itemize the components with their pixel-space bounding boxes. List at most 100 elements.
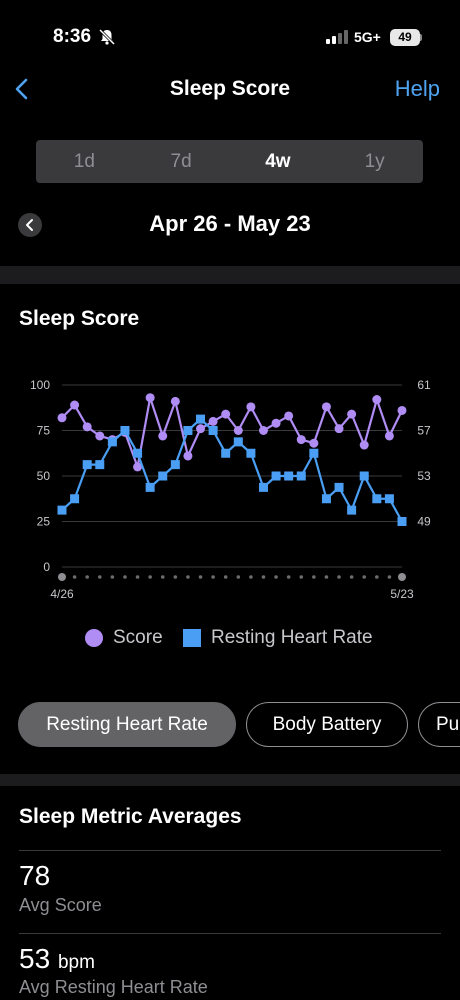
x-axis-day-dot [198, 575, 203, 579]
score-point [359, 440, 369, 450]
avg-heart-rate-label: Avg Resting Heart Rate [19, 977, 208, 997]
x-axis-day-dot [387, 575, 392, 579]
y-left-tick-label: 25 [37, 515, 51, 529]
legend-resting-heart-rate: Resting Heart Rate [183, 623, 373, 653]
score-point [170, 396, 180, 406]
x-axis-day-dot [135, 575, 140, 579]
score-point [208, 416, 218, 426]
score-point [246, 402, 256, 412]
heart-rate-point [208, 426, 218, 435]
avg-score-value: 78 [19, 860, 51, 891]
pill-body-battery[interactable]: Body Battery [246, 702, 408, 747]
x-axis-day-dot [324, 575, 329, 579]
x-axis-day-dot [173, 575, 178, 579]
y-right-tick-label: 53 [417, 469, 431, 483]
heart-rate-point [384, 494, 394, 504]
period-option-1y[interactable]: 1y [326, 140, 423, 183]
x-tick-label: 5/23 [390, 587, 414, 601]
battery-tip [420, 34, 422, 41]
heart-rate-point [296, 471, 306, 481]
x-axis-day-dot [274, 575, 278, 579]
score-point [271, 418, 281, 428]
x-axis-day-dot [236, 575, 241, 579]
score-point [309, 438, 319, 448]
x-axis-day-dot [261, 575, 266, 579]
heart-rate-point [158, 471, 168, 481]
x-axis-day-dot [223, 575, 228, 579]
averages-title: Sleep Metric Averages [19, 805, 242, 828]
nav-bar: Sleep Score Help [0, 66, 460, 112]
score-point [347, 409, 357, 419]
help-button[interactable]: Help [395, 76, 440, 102]
x-axis-day-dot [72, 575, 77, 579]
x-tick-label: 4/26 [50, 587, 74, 601]
date-navigator: Apr 26 - May 23 [0, 205, 460, 245]
y-left-tick-label: 0 [43, 560, 50, 574]
period-option-1d[interactable]: 1d [36, 140, 133, 183]
legend-score: Score [85, 623, 163, 653]
heart-rate-point [95, 460, 105, 470]
score-point [397, 405, 407, 415]
y-right-tick-label: 61 [417, 378, 431, 392]
score-point [334, 424, 344, 434]
score-point [233, 426, 243, 435]
legend-score-marker [85, 629, 103, 647]
metric-pill-row: Resting Heart Rate Body Battery Pu [0, 702, 460, 748]
x-axis-day-dot [312, 575, 316, 579]
y-right-tick-label: 49 [417, 515, 431, 529]
status-bar: 8:36 5G+ 49 [0, 0, 460, 70]
heart-rate-point [271, 471, 281, 481]
x-axis-day-dot [97, 575, 102, 579]
score-point [158, 431, 168, 441]
avg-heart-rate-value: 53 bpm [19, 943, 95, 974]
pill-pulse-ox[interactable]: Pu [418, 702, 460, 747]
bell-slash-icon [98, 28, 116, 46]
pill-resting-heart-rate[interactable]: Resting Heart Rate [18, 702, 236, 747]
heart-rate-point [82, 460, 92, 470]
heart-rate-point [170, 460, 180, 470]
chart-legend: Score Resting Heart Rate [0, 623, 460, 653]
section-divider [0, 266, 460, 284]
y-left-tick-label: 50 [37, 469, 51, 483]
signal-icon [326, 30, 350, 44]
x-axis-day-dot [85, 575, 89, 579]
score-point [82, 422, 92, 432]
heart-rate-point [284, 471, 294, 481]
score-point [372, 395, 382, 405]
score-series-line [61, 396, 403, 469]
section-divider-2 [0, 774, 460, 786]
score-point [258, 426, 268, 435]
score-point [384, 431, 394, 441]
x-axis-day-dot [148, 575, 152, 579]
heart-rate-point [196, 414, 206, 424]
x-axis-day-dot [249, 575, 253, 579]
heart-rate-point [133, 448, 143, 458]
x-axis-end-marker [58, 573, 66, 581]
score-point [196, 424, 206, 434]
score-point [145, 393, 155, 403]
x-axis-day-dot [299, 575, 304, 579]
avg-heart-rate-row: 53 bpm Avg Resting Heart Rate [19, 933, 441, 1000]
status-time: 8:36 [53, 26, 92, 47]
x-axis-day-dot [211, 575, 215, 579]
y-left-tick-label: 75 [37, 424, 51, 438]
heart-rate-point [347, 505, 357, 515]
x-axis-day-dot [286, 575, 291, 579]
x-axis-day-dot [186, 575, 190, 579]
battery-icon: 49 [390, 29, 420, 46]
score-point [221, 409, 231, 419]
period-option-4w[interactable]: 4w [230, 140, 327, 183]
sleep-score-section-title: Sleep Score [19, 307, 140, 330]
heart-rate-point [107, 437, 117, 447]
avg-score-row: 78 Avg Score [19, 850, 441, 934]
period-option-7d[interactable]: 7d [133, 140, 230, 183]
heart-rate-point [221, 448, 231, 458]
legend-heart-rate-label: Resting Heart Rate [211, 627, 373, 648]
x-axis-day-dot [362, 575, 367, 579]
x-axis-day-dot [337, 575, 341, 579]
score-point [70, 400, 80, 410]
x-axis-day-dot [349, 575, 354, 579]
heart-rate-point [258, 482, 268, 492]
y-right-tick-label: 57 [417, 424, 431, 438]
heart-rate-point [70, 494, 80, 504]
